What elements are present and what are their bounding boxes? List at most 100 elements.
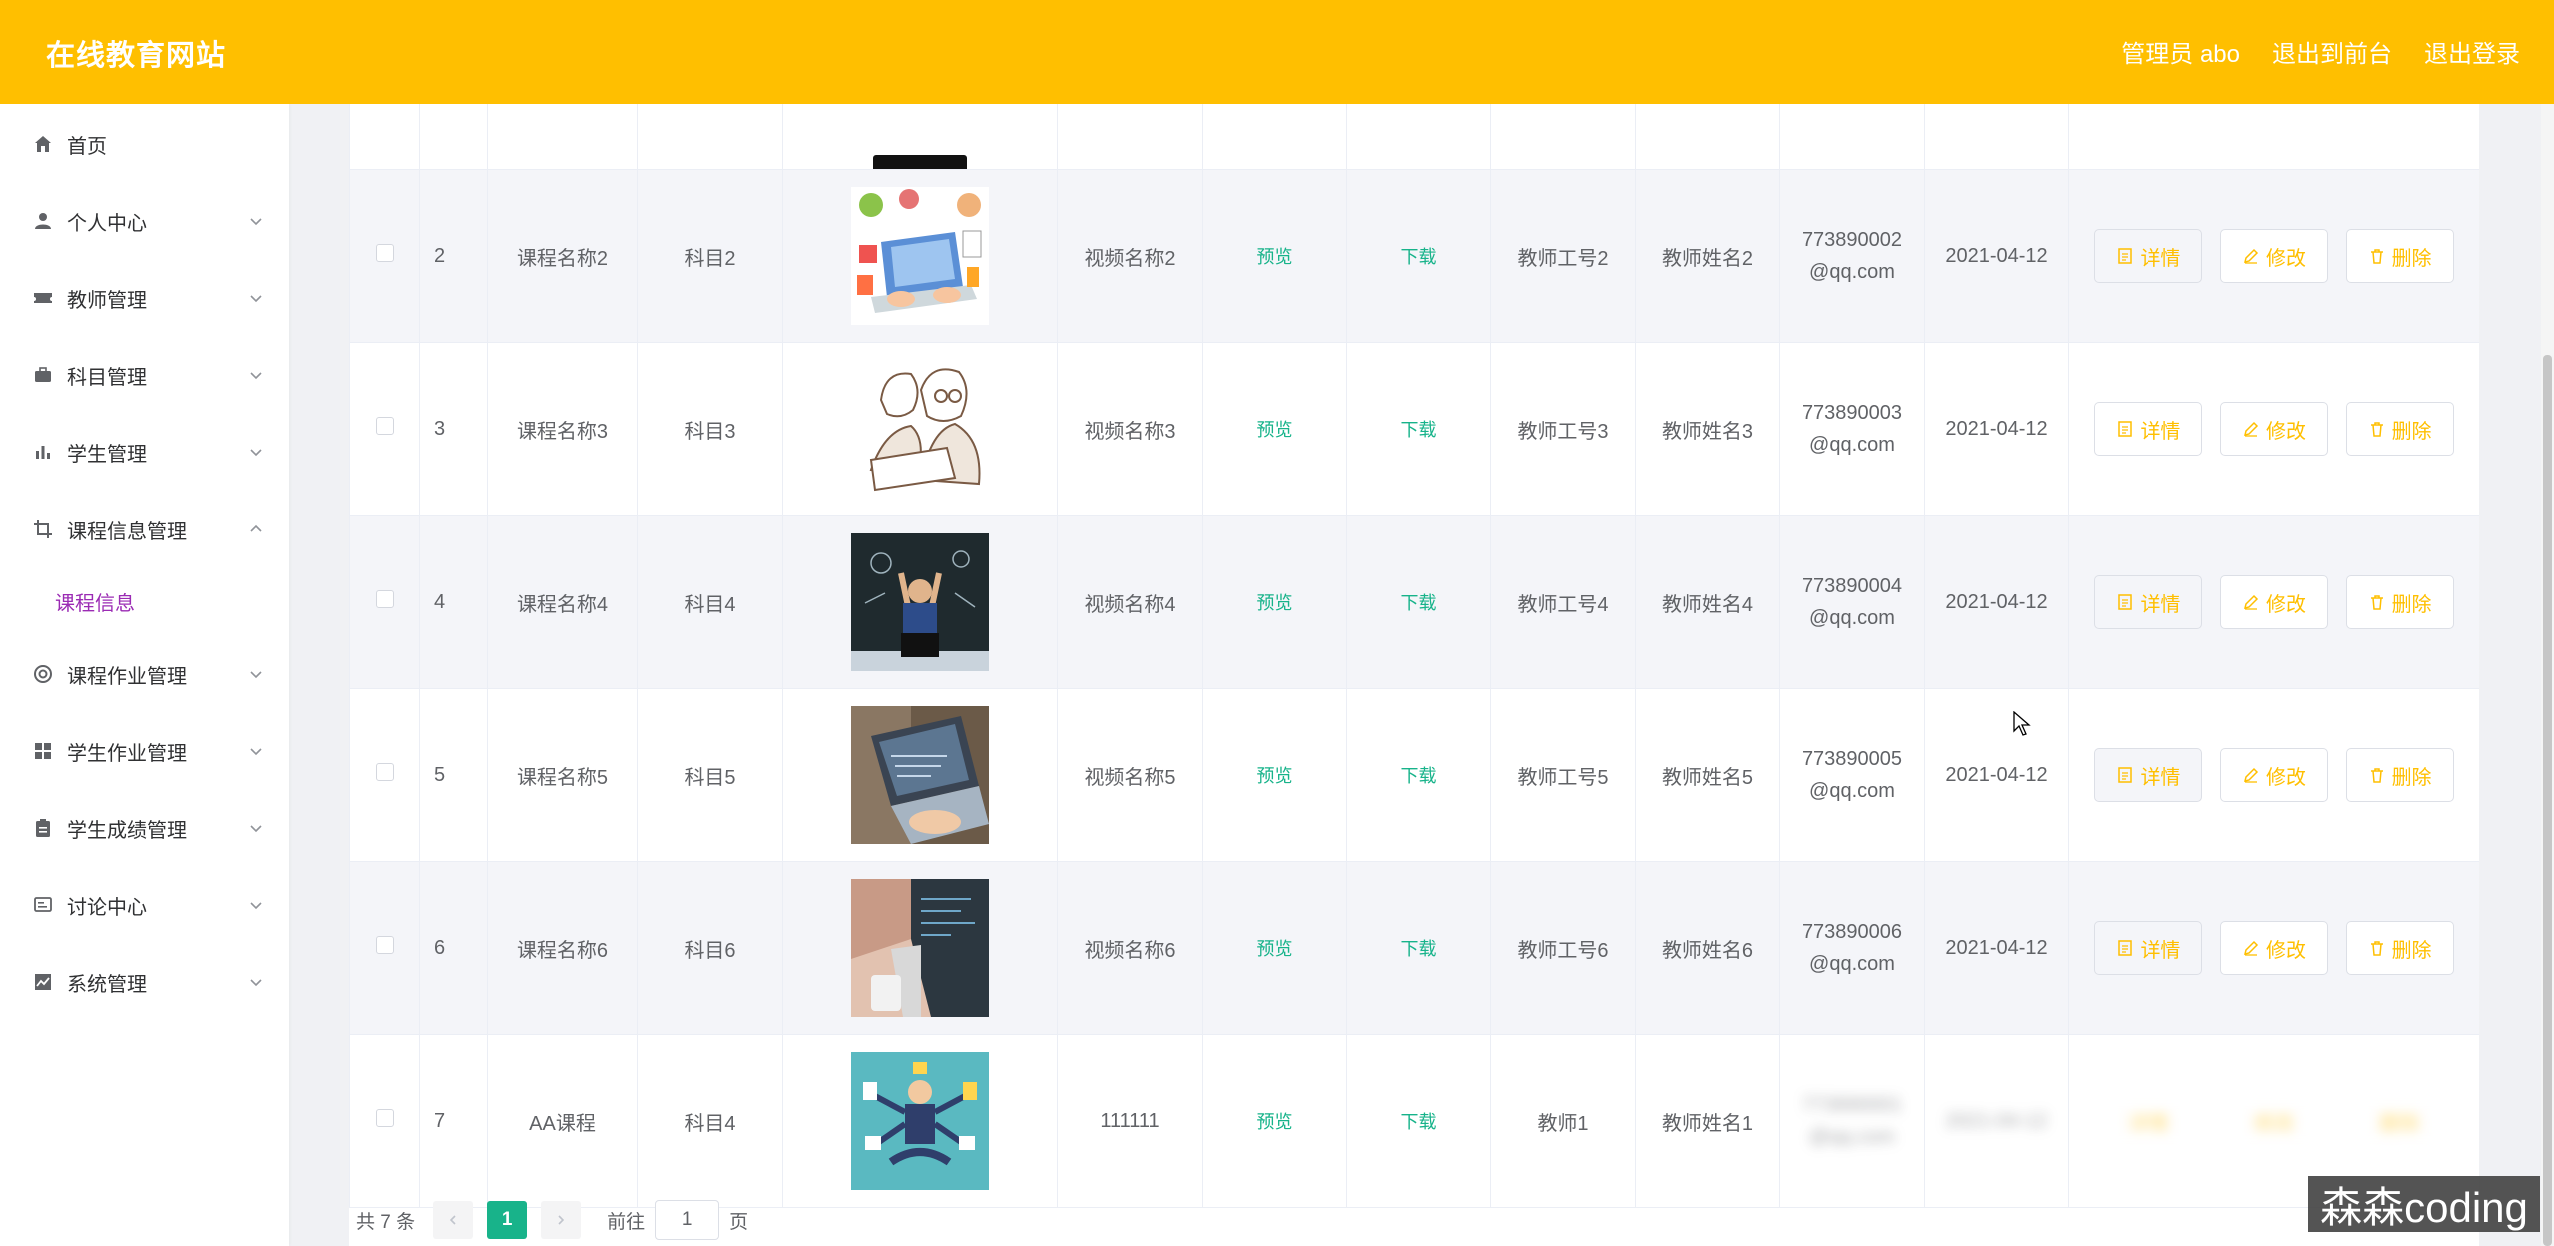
download-link[interactable]: 下载	[1401, 766, 1437, 786]
course-name: AA课程	[487, 1034, 638, 1208]
row-checkbox[interactable]	[375, 590, 394, 608]
chevron-right-icon	[558, 1215, 565, 1225]
menu-student-grade-management[interactable]: 学生成绩管理	[0, 798, 289, 858]
teacher-name: 教师姓名2	[1635, 169, 1780, 343]
row-checkbox[interactable]	[375, 763, 394, 781]
detail-label: 详情	[2140, 420, 2181, 443]
edit-label: 修改	[2266, 247, 2306, 270]
delete-button[interactable]: 删除	[2345, 921, 2454, 975]
edit-button[interactable]: 修改	[2220, 402, 2328, 456]
course-thumbnail	[851, 533, 989, 671]
menu-course-info-management[interactable]: 课程信息管理	[0, 499, 289, 559]
chevron-down-icon	[250, 902, 262, 910]
detail-button[interactable]: 详情	[2094, 1094, 2203, 1148]
detail-button[interactable]: 详情	[2094, 575, 2203, 629]
delete-button[interactable]: 删除	[2345, 575, 2454, 629]
teacher-name: 教师姓名5	[1635, 688, 1780, 862]
menu-label: 学生成绩管理	[67, 819, 187, 842]
menu-course-homework-management[interactable]: 课程作业管理	[0, 644, 289, 704]
chevron-down-icon	[250, 449, 262, 457]
row-checkbox[interactable]	[375, 417, 394, 435]
preview-link[interactable]: 预览	[1257, 593, 1293, 613]
teacher-email: 773890003 @qq.com	[1779, 342, 1925, 516]
table-row: 4 课程名称4 科目4 视频名称4 预览 下载 教师工号4 教师姓名4 7738…	[349, 515, 2479, 689]
line-chart-icon	[35, 974, 51, 990]
menu-system-management[interactable]: 系统管理	[0, 952, 289, 1012]
chevron-left-icon	[449, 1215, 456, 1225]
home-icon	[35, 136, 51, 152]
teacher-name: 教师姓名3	[1635, 342, 1780, 516]
preview-link[interactable]: 预览	[1257, 247, 1293, 267]
download-link[interactable]: 下载	[1401, 939, 1437, 959]
admin-user-link[interactable]: 管理员 abo	[2121, 34, 2240, 69]
download-link[interactable]: 下载	[1401, 420, 1437, 440]
user-icon	[35, 213, 51, 229]
delete-button[interactable]: 删除	[2345, 229, 2454, 283]
edit-button[interactable]: 修改	[2220, 575, 2328, 629]
preview-link[interactable]: 预览	[1257, 939, 1293, 959]
download-link[interactable]: 下载	[1401, 247, 1437, 267]
created-date: 2021-04-12	[1924, 861, 2069, 1035]
delete-button[interactable]: 删除	[2345, 1094, 2454, 1148]
course-name: 课程名称3	[487, 342, 638, 516]
prev-page-button[interactable]	[433, 1201, 474, 1239]
detail-button[interactable]: 详情	[2094, 748, 2203, 802]
created-date: 2021-04-12	[1924, 688, 2069, 862]
chevron-down-icon	[250, 671, 262, 679]
delete-button[interactable]: 删除	[2345, 402, 2454, 456]
video-name: 111111	[1057, 1034, 1203, 1208]
row-checkbox[interactable]	[375, 936, 394, 954]
trash-icon	[2370, 249, 2383, 264]
trash-icon	[2370, 768, 2383, 783]
video-name: 视频名称3	[1057, 342, 1203, 516]
menu-student-management[interactable]: 学生管理	[0, 422, 289, 482]
back-to-front-link[interactable]: 退出到前台	[2272, 34, 2392, 69]
edit-icon	[2243, 248, 2259, 264]
edit-button[interactable]: 修改	[2220, 229, 2328, 283]
menu-personal-center[interactable]: 个人中心	[0, 191, 289, 251]
row-checkbox[interactable]	[375, 1109, 394, 1127]
teacher-name: 教师姓名1	[1635, 1034, 1780, 1208]
row-number: 3	[419, 342, 488, 516]
download-link[interactable]: 下载	[1401, 1112, 1437, 1132]
page-number-button[interactable]: 1	[487, 1201, 528, 1239]
menu-discussion-center[interactable]: 讨论中心	[0, 875, 289, 935]
download-link[interactable]: 下载	[1401, 593, 1437, 613]
preview-link[interactable]: 预览	[1257, 420, 1293, 440]
row-number: 5	[419, 688, 488, 862]
edit-button[interactable]: 修改	[2220, 1094, 2328, 1148]
detail-button[interactable]: 详情	[2094, 921, 2203, 975]
detail-button[interactable]: 详情	[2094, 229, 2203, 283]
preview-link[interactable]: 预览	[1257, 766, 1293, 786]
submenu-course-info[interactable]: 课程信息	[55, 587, 135, 616]
delete-label: 删除	[2379, 1112, 2420, 1135]
goto-page-input[interactable]: 1	[655, 1200, 720, 1240]
teacher-email: 773890006 @qq.com	[1779, 861, 1925, 1035]
row-number: 7	[419, 1034, 488, 1208]
table-row: 6 课程名称6 科目6 视频名称6 预览 下载 教师工号6 教师姓名6 7738…	[349, 861, 2479, 1035]
ticket-icon	[34, 293, 52, 303]
edit-button[interactable]: 修改	[2220, 921, 2328, 975]
menu-teacher-management[interactable]: 教师管理	[0, 268, 289, 328]
email-line: 773890001	[1801, 1094, 1903, 1116]
row-checkbox[interactable]	[375, 244, 394, 262]
delete-button[interactable]: 删除	[2345, 748, 2454, 802]
preview-link[interactable]: 预览	[1257, 1112, 1293, 1132]
email-line: @qq.com	[1809, 953, 1895, 975]
logout-link[interactable]: 退出登录	[2424, 34, 2520, 69]
created-date: 2021-04-12	[1924, 169, 2069, 343]
created-date: 2021-04-12	[1924, 342, 2069, 516]
detail-button[interactable]: 详情	[2094, 402, 2203, 456]
menu-home[interactable]: 首页	[0, 114, 289, 174]
detail-label: 详情	[2140, 247, 2181, 270]
teacher-id: 教师工号6	[1490, 861, 1636, 1035]
course-thumbnail	[851, 1052, 989, 1190]
scrollbar-thumb[interactable]	[2543, 355, 2552, 1246]
clipboard-icon	[36, 819, 50, 837]
teacher-id: 教师工号4	[1490, 515, 1636, 689]
email-line: @qq.com	[1809, 261, 1895, 283]
next-page-button[interactable]	[541, 1201, 582, 1239]
edit-button[interactable]: 修改	[2220, 748, 2328, 802]
menu-student-homework-management[interactable]: 学生作业管理	[0, 721, 289, 781]
menu-subject-management[interactable]: 科目管理	[0, 345, 289, 405]
